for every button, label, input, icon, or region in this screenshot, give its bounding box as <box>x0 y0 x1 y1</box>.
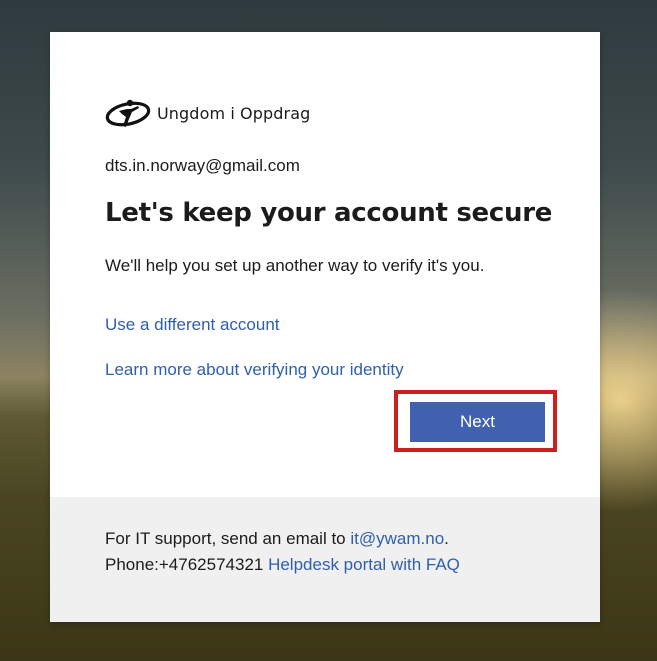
next-button[interactable]: Next <box>410 402 545 442</box>
page-title: Let's keep your account secure <box>105 198 553 228</box>
ungdom-i-oppdrag-logo-icon <box>105 97 151 129</box>
helpdesk-link[interactable]: Helpdesk portal with FAQ <box>268 555 460 574</box>
sign-in-card: Ungdom i Oppdrag dts.in.norway@gmail.com… <box>50 32 600 622</box>
support-email-link[interactable]: it@ywam.no <box>350 529 444 548</box>
footer: For IT support, send an email to it@ywam… <box>50 497 600 622</box>
org-name: Ungdom i Oppdrag <box>157 103 311 123</box>
use-different-account-link[interactable]: Use a different account <box>105 315 280 335</box>
page-description: We'll help you set up another way to ver… <box>105 256 485 275</box>
org-logo: Ungdom i Oppdrag <box>105 95 310 131</box>
learn-more-link[interactable]: Learn more about verifying your identity <box>105 360 404 380</box>
support-period: . <box>444 529 449 548</box>
account-email: dts.in.norway@gmail.com <box>105 156 300 175</box>
phone-line: Phone:+4762574321 Helpdesk portal with F… <box>105 555 460 575</box>
support-text: For IT support, send an email to <box>105 529 351 548</box>
phone-text: Phone:+4762574321 <box>105 555 269 574</box>
support-line: For IT support, send an email to it@ywam… <box>105 529 449 549</box>
